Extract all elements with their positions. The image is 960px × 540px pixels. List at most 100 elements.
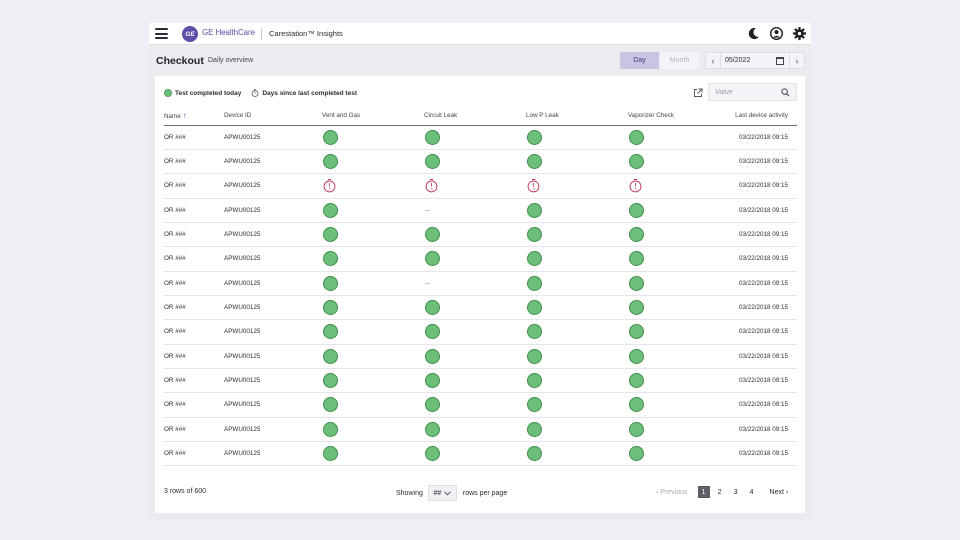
menu-icon[interactable] xyxy=(155,28,168,39)
sort-ascending-icon[interactable]: ↑ xyxy=(183,111,187,120)
column-header-vaporizer-check[interactable]: Vaporizer Check xyxy=(628,106,718,126)
table-row[interactable]: OR ### APWU00125 03/22/2018 09:15 xyxy=(164,246,797,272)
status-cell xyxy=(526,344,628,369)
no-data-dash: -- xyxy=(425,206,430,214)
days-since-timer-icon: 3 xyxy=(323,179,336,193)
test-completed-icon xyxy=(527,275,542,291)
table-row[interactable]: OR ### APWU00125 03/22/2018 09:15 xyxy=(164,344,797,369)
test-completed-icon xyxy=(323,373,338,389)
product-name: Carestation™ Insights xyxy=(269,29,343,38)
table-row[interactable]: OR ### APWU00125 03/22/2018 09:15 xyxy=(164,125,797,150)
next-date-chevron-icon[interactable]: › xyxy=(790,56,804,66)
status-cell xyxy=(526,125,628,150)
status-cell xyxy=(628,319,718,345)
month-toggle-button[interactable]: Month xyxy=(660,52,699,69)
devices-table: Name ↑ Device ID Vent and Gas Circuit Lea… xyxy=(164,106,797,467)
settings-icon[interactable] xyxy=(792,26,807,41)
table-row[interactable]: OR ### APWU00125 03/22/2018 09:15 xyxy=(164,417,797,442)
device-name-cell: OR ### xyxy=(164,392,224,418)
page-button-2[interactable]: 2 xyxy=(714,486,726,498)
last-activity-cell: 03/22/2018 09:15 xyxy=(718,417,797,442)
day-toggle-button[interactable]: Day xyxy=(620,52,659,69)
calendar-icon[interactable] xyxy=(776,56,784,65)
table-row[interactable]: OR ### APWU00125 03/22/2018 09:15 xyxy=(164,392,797,418)
table-row[interactable]: OR ### APWU00125 03/22/2018 09:15 xyxy=(164,149,797,175)
column-header-device-id[interactable]: Device ID xyxy=(224,106,322,126)
device-name-cell: OR ### xyxy=(164,198,224,223)
date-picker[interactable]: 05/2022 xyxy=(720,53,790,68)
device-id-cell: APWU00125 xyxy=(224,368,322,394)
test-completed-icon xyxy=(323,397,338,413)
table-row[interactable]: OR ### APWU00125 03/22/2018 09:15 xyxy=(164,441,797,467)
rows-per-page-select[interactable]: ## xyxy=(427,485,457,501)
page-button-1[interactable]: 1 xyxy=(697,486,710,498)
column-header-last-device-activity[interactable]: Last device activity xyxy=(718,106,797,126)
svg-text:3: 3 xyxy=(634,187,636,191)
status-cell xyxy=(424,125,526,150)
status-cell xyxy=(322,125,424,150)
status-cell xyxy=(526,392,628,418)
last-activity-cell: 03/22/2018 09:15 xyxy=(718,246,797,272)
previous-page-button[interactable]: ‹ Previous xyxy=(656,489,688,496)
status-cell xyxy=(526,368,628,394)
test-completed-icon xyxy=(527,129,542,145)
test-completed-icon xyxy=(629,129,644,145)
search-input[interactable] xyxy=(715,88,777,96)
open-external-icon[interactable] xyxy=(693,88,703,98)
column-header-low-p-leak[interactable]: Low P Leak xyxy=(526,106,628,126)
last-activity-cell: 03/22/2018 09:15 xyxy=(718,319,797,345)
column-header-circuit-leak[interactable]: Circuit Leak xyxy=(424,106,526,126)
days-since-timer-icon: 3 xyxy=(425,179,438,193)
device-name-cell: OR ### xyxy=(164,417,224,442)
page-button-3[interactable]: 3 xyxy=(730,486,742,498)
column-header-name[interactable]: Name ↑ xyxy=(164,106,224,126)
test-completed-icon xyxy=(629,227,644,243)
search-icon[interactable] xyxy=(781,87,790,97)
status-cell xyxy=(424,295,526,321)
ge-logo: GE xyxy=(182,26,198,42)
test-completed-icon xyxy=(527,202,542,218)
svg-text:3: 3 xyxy=(532,187,534,191)
column-header-vent-and-gas[interactable]: Vent and Gas xyxy=(322,106,424,126)
svg-text:3: 3 xyxy=(328,187,330,191)
status-cell xyxy=(628,246,718,272)
search-box xyxy=(708,83,797,101)
test-completed-icon xyxy=(527,227,542,243)
last-activity-cell: 03/22/2018 09:15 xyxy=(718,295,797,321)
chevron-down-icon xyxy=(444,490,452,495)
days-since-timer-icon: 3 xyxy=(629,179,642,193)
status-cell xyxy=(322,441,424,467)
table-row[interactable]: OR ### APWU00125 03/22/2018 09:15 xyxy=(164,319,797,345)
device-id-cell: APWU00125 xyxy=(224,295,322,321)
dark-mode-icon[interactable] xyxy=(746,26,761,41)
device-name-cell: OR ### xyxy=(164,368,224,394)
device-name-cell: OR ### xyxy=(164,271,224,296)
test-completed-icon xyxy=(323,275,338,291)
status-cell xyxy=(322,149,424,175)
status-cell xyxy=(526,198,628,223)
status-cell xyxy=(526,441,628,467)
table-row[interactable]: OR ### APWU00125 03/22/2018 09:15 xyxy=(164,368,797,394)
table-row[interactable]: OR ### APWU00125 -- 03/22/2018 09:15 xyxy=(164,271,797,296)
test-completed-icon xyxy=(629,154,644,170)
test-completed-icon xyxy=(425,324,440,340)
previous-date-chevron-icon[interactable]: ‹ xyxy=(706,56,720,66)
date-navigator: ‹ 05/2022 › xyxy=(705,52,805,69)
status-cell xyxy=(526,271,628,296)
table-row[interactable]: OR ### APWU00125 03/22/2018 09:15 xyxy=(164,222,797,248)
status-cell xyxy=(424,319,526,345)
page-button-4[interactable]: 4 xyxy=(746,486,758,498)
next-page-button[interactable]: Next › xyxy=(770,489,789,496)
test-completed-icon xyxy=(629,348,644,364)
device-name-cell: OR ### xyxy=(164,125,224,150)
last-activity-cell: 03/22/2018 09:15 xyxy=(718,392,797,418)
table-row[interactable]: OR ### APWU00125 03/22/2018 09:15 xyxy=(164,295,797,321)
test-completed-icon xyxy=(527,446,542,462)
table-row[interactable]: OR ### APWU00125 -- 03/22/2018 09:15 xyxy=(164,198,797,223)
user-account-icon[interactable] xyxy=(769,26,784,41)
test-completed-icon xyxy=(527,324,542,340)
rows-per-page-control: Showing ## rows per page xyxy=(396,485,507,501)
table-row[interactable]: OR ### APWU00125 3 3 3 3 03/22/2018 09:15 xyxy=(164,173,797,199)
status-cell xyxy=(526,222,628,248)
status-cell xyxy=(628,198,718,223)
